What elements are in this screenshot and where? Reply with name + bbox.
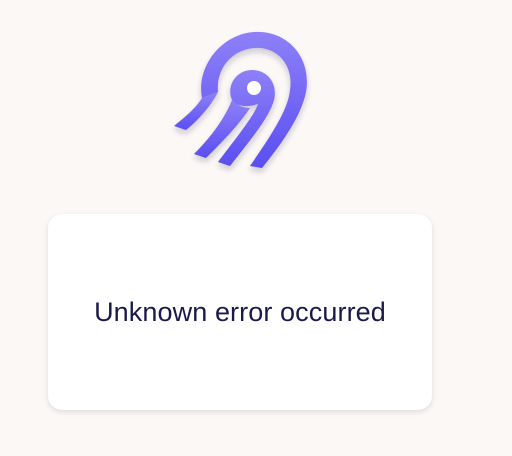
error-page: Unknown error occurred [0, 0, 512, 456]
error-card: Unknown error occurred [48, 214, 432, 410]
airbyte-logo-icon [174, 31, 307, 168]
logo-eye [247, 81, 261, 95]
error-message: Unknown error occurred [94, 296, 386, 327]
